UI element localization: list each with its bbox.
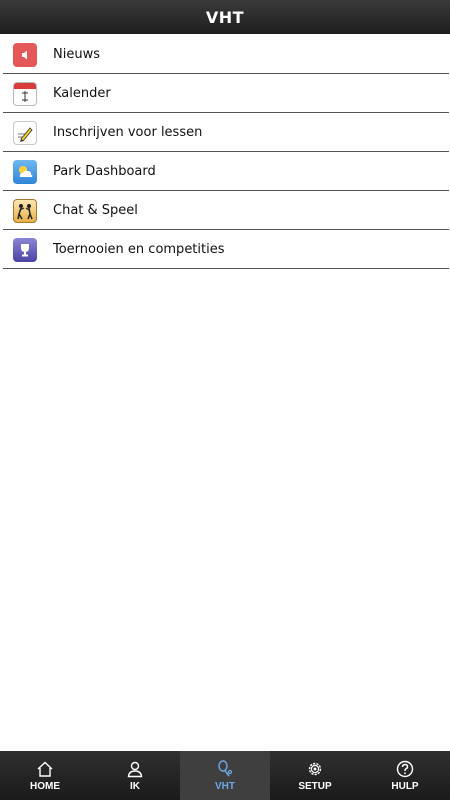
menu-item-kalender[interactable]: Kalender (3, 75, 449, 113)
tab-hulp[interactable]: HULP (360, 751, 450, 800)
menu-item-label: Park Dashboard (53, 164, 156, 179)
menu-item-park-dashboard[interactable]: Park Dashboard (3, 153, 449, 191)
tab-label: HOME (30, 780, 60, 792)
tennis-racket-icon (218, 759, 233, 776)
pencil-note-icon (13, 120, 37, 145)
app-screen: VHT Nieuws Kalender Inschrijven voor les… (0, 0, 450, 800)
tab-ik[interactable]: IK (90, 751, 180, 800)
menu-item-inschrijven[interactable]: Inschrijven voor lessen (3, 114, 449, 152)
person-icon (127, 761, 143, 777)
top-header-bar: VHT (0, 0, 450, 34)
menu-item-label: Nieuws (53, 47, 100, 62)
menu-item-nieuws[interactable]: Nieuws (3, 36, 449, 74)
weather-cloud-icon (13, 159, 37, 184)
help-icon (396, 760, 414, 777)
menu-item-toernooien[interactable]: Toernooien en competities (3, 231, 449, 269)
tab-home[interactable]: HOME (0, 751, 90, 800)
menu-item-label: Inschrijven voor lessen (53, 125, 203, 140)
menu-item-label: Chat & Speel (53, 203, 138, 218)
speaker-icon (13, 42, 37, 67)
bottom-tab-bar: HOME IK VHT SETUP HULP (0, 751, 450, 800)
tab-label: HULP (391, 780, 419, 792)
tab-label: IK (130, 780, 140, 792)
calendar-icon (13, 81, 37, 106)
trophy-icon (13, 237, 37, 262)
menu-item-label: Kalender (53, 86, 111, 101)
page-title: VHT (205, 7, 245, 27)
menu-item-label: Toernooien en competities (53, 242, 225, 257)
gear-icon (308, 762, 322, 775)
tennis-players-icon (13, 198, 37, 223)
menu-item-chat-speel[interactable]: Chat & Speel (3, 192, 449, 230)
home-icon (37, 761, 53, 777)
tab-label: SETUP (298, 780, 332, 792)
tab-setup[interactable]: SETUP (270, 751, 360, 800)
tab-vht[interactable]: VHT (180, 751, 270, 800)
main-menu-list: Nieuws Kalender Inschrijven voor lessen … (3, 36, 449, 270)
tab-label: VHT (215, 780, 235, 792)
